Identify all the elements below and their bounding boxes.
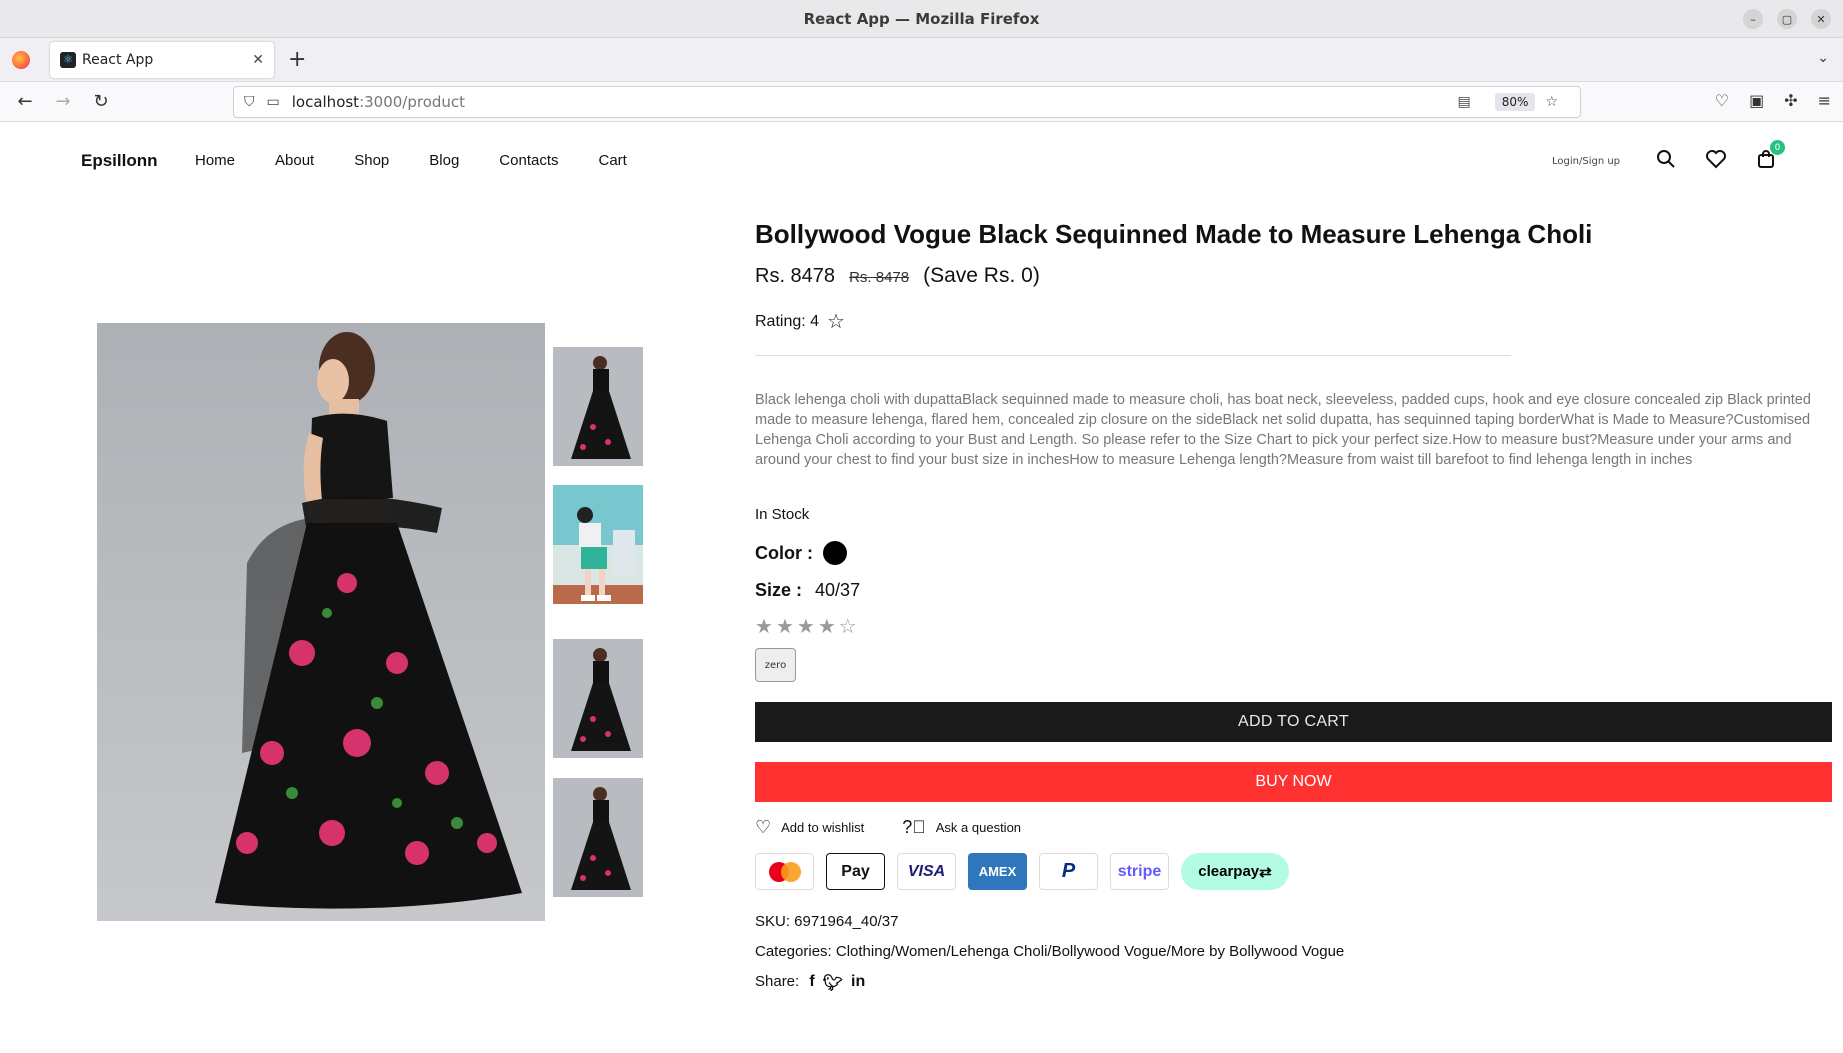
cart-bag-icon[interactable]: 0 (1755, 140, 1785, 170)
star-rating[interactable]: ★ ★ ★ ★ ☆ (755, 614, 857, 638)
add-to-wishlist-link[interactable]: ♡ Add to wishlist (755, 817, 864, 838)
visa-icon: VISA (897, 853, 956, 890)
product-main-image[interactable] (97, 323, 545, 921)
reload-icon[interactable]: ↻ (86, 91, 116, 112)
color-row: Color : (755, 541, 847, 565)
rating-label: Rating: 4 (755, 312, 820, 330)
mastercard-icon (755, 853, 814, 890)
color-swatch-black[interactable] (823, 541, 847, 565)
url-bar[interactable]: ⛉ ▭ localhost:3000/product ▤ 80% ☆ (233, 86, 1581, 118)
search-icon[interactable] (1655, 148, 1677, 170)
star-empty-icon[interactable]: ☆ (839, 614, 857, 638)
size-row: Size : 40/37 (755, 580, 860, 601)
menu-home[interactable]: Home (195, 152, 235, 169)
color-label: Color : (755, 542, 813, 563)
add-to-cart-button[interactable]: ADD TO CART (755, 702, 1832, 742)
product-categories[interactable]: Categories: Clothing/Women/Lehenga Choli… (755, 943, 1344, 960)
facebook-icon[interactable]: f (809, 973, 814, 993)
minimize-icon[interactable]: – (1743, 9, 1763, 29)
paypal-icon: P (1039, 853, 1098, 890)
menu-about[interactable]: About (275, 152, 314, 169)
stock-status: In Stock (755, 506, 810, 523)
shield-icon[interactable]: ⛉ (244, 94, 255, 110)
firefox-icon[interactable] (12, 50, 30, 69)
star-filled-icon[interactable]: ★ (776, 614, 794, 638)
menu-cart[interactable]: Cart (599, 152, 627, 169)
tab-list-chevron-icon[interactable]: ⌄ (1817, 50, 1829, 66)
window-title: React App — Mozilla Firefox (803, 9, 1040, 28)
amex-icon: AMEX (968, 853, 1027, 890)
tab-react-app[interactable]: ⚛ React App ✕ (50, 41, 274, 78)
forward-icon[interactable]: → (48, 91, 78, 112)
extensions-puzzle-icon[interactable]: ✣ (1784, 91, 1797, 110)
payment-methods: Pay VISA AMEX P stripe clearpay ⇄ (755, 853, 1289, 890)
rating-row: Rating: 4 ☆ (755, 309, 845, 334)
new-tab-icon[interactable]: + (288, 47, 306, 72)
product-thumbnail-1[interactable] (553, 347, 643, 466)
extension-selenium-icon[interactable]: ▣ (1749, 91, 1764, 110)
react-favicon-icon: ⚛ (60, 51, 76, 68)
buy-now-button[interactable]: BUY NOW (755, 762, 1832, 802)
linkedin-icon[interactable]: in (851, 973, 865, 993)
cart-count-badge: 0 (1770, 140, 1785, 155)
menu-contacts[interactable]: Contacts (499, 152, 558, 169)
menu-shop[interactable]: Shop (354, 152, 389, 169)
back-icon[interactable]: ← (10, 91, 40, 112)
heart-icon: ♡ (755, 817, 772, 837)
price-row: Rs. 8478 Rs. 8478 (Save Rs. 0) (755, 264, 1040, 288)
tab-label: React App (82, 51, 154, 68)
star-filled-icon[interactable]: ★ (818, 614, 836, 638)
clearpay-icon: clearpay ⇄ (1181, 853, 1289, 890)
product-thumbnail-2[interactable] (553, 485, 643, 604)
twitter-icon[interactable]: 🐦︎ (823, 973, 843, 993)
product-savings: (Save Rs. 0) (923, 264, 1040, 287)
menu-hamburger-icon[interactable]: ≡ (1818, 91, 1831, 110)
reader-view-icon[interactable]: ▤ (1458, 94, 1471, 110)
star-outline-icon: ☆ (827, 311, 845, 333)
star-filled-icon[interactable]: ★ (797, 614, 815, 638)
tab-bar: ⚛ React App ✕ + ⌄ (0, 38, 1843, 82)
product-thumbnail-3[interactable] (553, 639, 643, 758)
secondary-actions: ♡ Add to wishlist ?⃝ Ask a question (755, 817, 1021, 838)
main-menu: Home About Shop Blog Contacts Cart (195, 152, 627, 169)
wishlist-heart-icon[interactable] (1705, 148, 1727, 170)
site-header: Epsillonn Home About Shop Blog Contacts … (0, 123, 1843, 199)
apple-pay-icon: Pay (826, 853, 885, 890)
window-titlebar: React App — Mozilla Firefox – ▢ ✕ (0, 0, 1843, 38)
size-value: 40/37 (815, 580, 861, 600)
product-title: Bollywood Vogue Black Sequinned Made to … (755, 219, 1593, 249)
pocket-icon[interactable]: ♡ (1715, 91, 1729, 110)
star-filled-icon[interactable]: ★ (755, 614, 773, 638)
bookmark-star-icon[interactable]: ☆ (1545, 94, 1558, 110)
url-text[interactable]: localhost:3000/product (292, 93, 1458, 111)
tab-close-icon[interactable]: ✕ (252, 52, 264, 68)
size-label: Size : (755, 580, 803, 600)
product-price: Rs. 8478 (755, 265, 836, 287)
ask-question-link[interactable]: ?⃝ Ask a question (902, 817, 1021, 838)
brand-logo[interactable]: Epsillonn (81, 151, 158, 171)
product-old-price: Rs. 8478 (849, 269, 910, 286)
maximize-icon[interactable]: ▢ (1777, 9, 1797, 29)
product-thumbnail-4[interactable] (553, 778, 643, 897)
product-sku: SKU: 6971964_40/37 (755, 913, 899, 930)
stripe-icon: stripe (1110, 853, 1169, 890)
login-signup-link[interactable]: Login/Sign up (1552, 156, 1620, 167)
share-label: Share: (755, 973, 800, 990)
menu-blog[interactable]: Blog (429, 152, 459, 169)
close-window-icon[interactable]: ✕ (1811, 9, 1831, 29)
size-option-button[interactable]: zero (755, 648, 796, 682)
divider (755, 355, 1511, 356)
navigation-bar: ← → ↻ ⛉ ▭ localhost:3000/product ▤ 80% ☆… (0, 82, 1843, 122)
page-info-icon[interactable]: ▭ (267, 94, 280, 110)
question-circle-icon: ?⃝ (902, 817, 926, 837)
product-description: Black lehenga choli with dupattaBlack se… (755, 392, 1811, 468)
share-row: Share: f 🐦︎ in (755, 973, 865, 993)
zoom-level[interactable]: 80% (1494, 93, 1536, 111)
